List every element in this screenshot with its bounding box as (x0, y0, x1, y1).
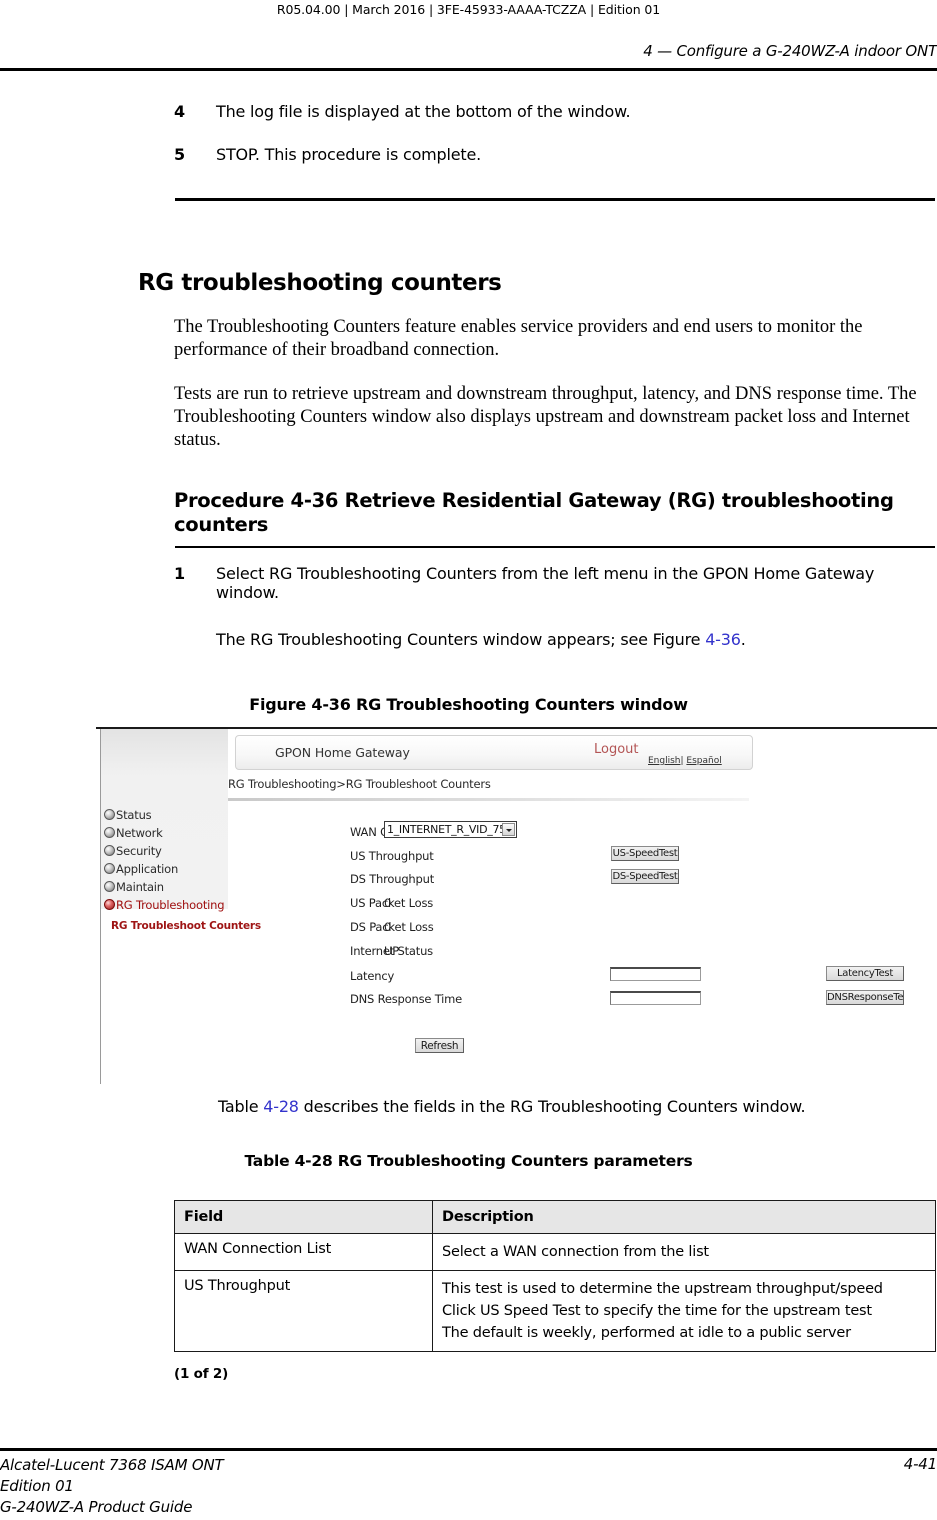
document-id-header: R05.04.00 | March 2016 | 3FE-45933-AAAA-… (276, 2, 661, 17)
sidebar-item-application[interactable]: Application (104, 862, 178, 876)
section-paragraph-2: Tests are run to retrieve upstream and d… (174, 384, 917, 450)
column-header-description: Description (432, 1200, 936, 1234)
latency-input[interactable] (610, 967, 701, 981)
description-line: Select a WAN connection from the list (442, 1244, 709, 1260)
section-paragraph-1: The Troubleshooting Counters feature ena… (174, 317, 863, 360)
step-item: 5 STOP. This procedure is complete. (174, 145, 936, 164)
us-packet-loss-value: 0 (384, 896, 392, 910)
expand-icon (104, 881, 115, 892)
sidebar-item-label: Security (116, 844, 162, 858)
us-throughput-label: US Throughput (350, 849, 434, 863)
figure-caption: Figure 4-36 RG Troubleshooting Counters … (249, 695, 688, 714)
wan-connection-list-select[interactable]: 1_INTERNET_R_VID_750 (384, 821, 517, 838)
table-row: US Throughput This test is used to deter… (174, 1270, 936, 1352)
ui-breadcrumb: RG Troubleshooting>RG Troubleshoot Count… (228, 777, 491, 791)
step-text: The log file is displayed at the bottom … (216, 102, 631, 121)
chevron-down-icon[interactable] (502, 823, 515, 836)
sidebar-item-label: RG Troubleshooting (116, 898, 225, 912)
collapse-icon (104, 899, 115, 910)
table-intro-post: describes the fields in the RG Troublesh… (298, 1097, 806, 1116)
table-intro-pre: Table (218, 1097, 264, 1116)
step-number: 1 (174, 564, 185, 583)
sidebar-item-rg-troubleshooting[interactable]: RG Troubleshooting (104, 898, 225, 912)
expand-icon (104, 827, 115, 838)
ui-header-panel: GPON Home Gateway Logout English| Españo… (235, 735, 753, 770)
procedure-end-rule (175, 198, 935, 201)
figure-image: GPON Home Gateway Logout English| Españo… (96, 729, 937, 1084)
step-result-period: . (740, 630, 746, 649)
table-continuation-label: (1 of 2) (174, 1366, 229, 1382)
step-text: Select RG Troubleshooting Counters from … (216, 564, 875, 602)
ds-packet-loss-value: 0 (384, 920, 392, 934)
ui-app-title: GPON Home Gateway (275, 745, 410, 760)
table-row: WAN Connection List Select a WAN connect… (174, 1233, 936, 1271)
sidebar-item-network[interactable]: Network (104, 826, 163, 840)
expand-icon (104, 809, 115, 820)
step-number: 5 (174, 145, 185, 164)
header-rule (0, 68, 937, 71)
step-result: The RG Troubleshooting Counters window a… (216, 630, 936, 649)
us-packet-loss-label: US Packet Loss (350, 896, 434, 910)
sidebar-item-label: Application (116, 862, 179, 876)
refresh-button[interactable]: Refresh (415, 1038, 464, 1053)
table-caption: Table 4-28 RG Troubleshooting Counters p… (244, 1152, 693, 1170)
language-english-link[interactable]: English (648, 756, 681, 766)
dns-response-test-button[interactable]: DNSResponseTest (826, 990, 904, 1005)
footer-line-1: Alcatel-Lucent 7368 ISAM ONT (0, 1456, 224, 1474)
description-line: This test is used to determine the upstr… (442, 1281, 883, 1297)
chapter-header: 4 — Configure a G-240WZ-A indoor ONT (643, 42, 937, 60)
footer-rule (0, 1448, 937, 1451)
latency-label: Latency (350, 969, 395, 983)
parameters-table: Field Description WAN Connection List Se… (174, 1200, 936, 1352)
sidebar-item-security[interactable]: Security (104, 844, 162, 858)
page-number: 4-41 (903, 1455, 937, 1473)
description-line: Click US Speed Test to specify the time … (442, 1303, 872, 1319)
dns-response-time-input[interactable] (610, 991, 701, 1005)
cell-field: WAN Connection List (174, 1233, 433, 1271)
table-header-row: Field Description (174, 1200, 936, 1234)
logout-link[interactable]: Logout (594, 742, 639, 757)
expand-icon (104, 845, 115, 856)
footer-text: Alcatel-Lucent 7368 ISAM ONT Edition 01 … (0, 1455, 224, 1518)
ds-packet-loss-label: DS Packet Loss (350, 920, 434, 934)
procedure-heading-rule (175, 546, 935, 548)
sidebar-item-label: Network (116, 826, 163, 840)
ui-sidebar-left-edge (100, 729, 101, 1084)
latency-test-button[interactable]: LatencyTest (826, 966, 904, 981)
table-intro-text: Table 4-28 describes the fields in the R… (218, 1097, 806, 1116)
table-xref[interactable]: 4-28 (263, 1097, 299, 1116)
sidebar-item-status[interactable]: Status (104, 808, 152, 822)
dns-response-time-label: DNS Response Time (350, 992, 463, 1006)
section-heading: RG troubleshooting counters (138, 270, 502, 296)
step-item: 4 The log file is displayed at the botto… (174, 102, 936, 121)
procedure-heading: Procedure 4-36 Retrieve Residential Gate… (174, 489, 894, 536)
cell-description: Select a WAN connection from the list (432, 1233, 936, 1271)
language-switcher[interactable]: English| Español (648, 756, 722, 766)
footer-line-2: Edition 01 (0, 1477, 74, 1495)
step-result-text: The RG Troubleshooting Counters window a… (216, 630, 706, 649)
sidebar-item-maintain[interactable]: Maintain (104, 880, 164, 894)
us-speed-test-button[interactable]: US-SpeedTest (611, 846, 679, 861)
footer-line-3: G-240WZ-A Product Guide (0, 1498, 193, 1516)
ds-speed-test-button[interactable]: DS-SpeedTest (611, 869, 679, 884)
description-line: The default is weekly, performed at idle… (442, 1325, 851, 1341)
wan-connection-list-value: 1_INTERNET_R_VID_750 (387, 823, 513, 836)
language-spanish-link[interactable]: Español (686, 756, 721, 766)
step-text: STOP. This procedure is complete. (216, 145, 481, 164)
step-item: 1 Select RG Troubleshooting Counters fro… (174, 564, 936, 602)
step-number: 4 (174, 102, 185, 121)
sidebar-subitem-rg-troubleshoot-counters[interactable]: RG Troubleshoot Counters (111, 920, 261, 932)
ui-sidebar-background-lower (100, 909, 228, 1084)
expand-icon (104, 863, 115, 874)
cell-description: This test is used to determine the upstr… (432, 1270, 936, 1352)
cell-field: US Throughput (174, 1270, 433, 1352)
sidebar-item-label: Status (116, 808, 152, 822)
figure-xref[interactable]: 4-36 (705, 630, 741, 649)
internet-status-value: UP (384, 944, 399, 958)
column-header-field: Field (174, 1200, 433, 1234)
ds-throughput-label: DS Throughput (350, 872, 435, 886)
sidebar-item-label: Maintain (116, 880, 164, 894)
ui-breadcrumb-divider (228, 798, 749, 801)
